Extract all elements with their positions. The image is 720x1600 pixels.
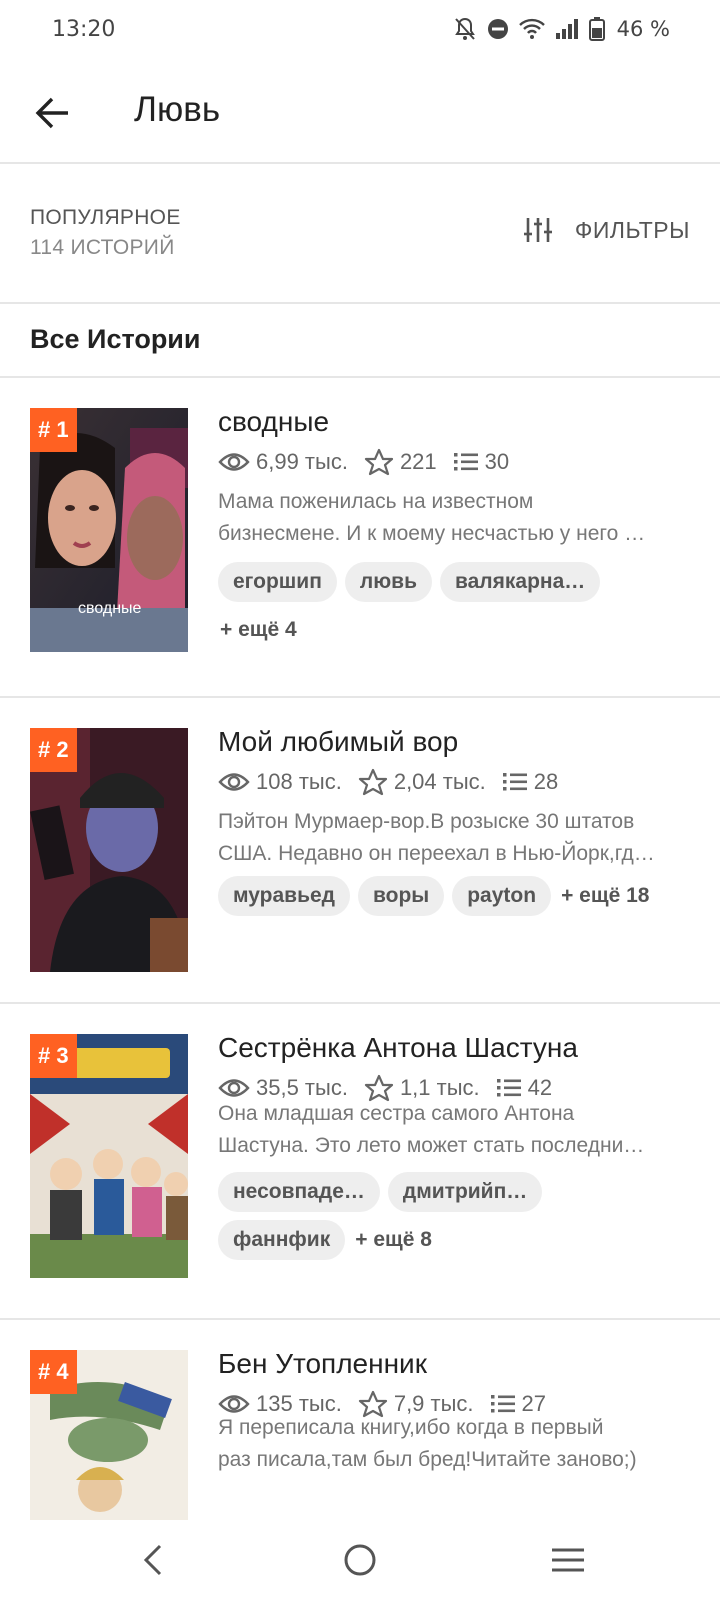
reads-count: 6,99 тыс. <box>256 449 348 474</box>
story-item[interactable]: # 4 Бен Утопленник 135 тыс. 7,9 тыс. 27 … <box>0 1320 720 1520</box>
tag-chip[interactable]: дмитрийп… <box>387 1172 543 1212</box>
story-description: Мама поженилась на известном бизнесмене.… <box>218 490 646 545</box>
story-tags: муравьед воры payton + ещё 18 <box>218 876 698 916</box>
status-icons: 46 % <box>453 16 670 42</box>
star-icon <box>364 448 394 476</box>
sort-bar: ПОПУЛЯРНОЕ 114 ИСТОРИЙ ФИЛЬТРЫ <box>0 164 720 304</box>
page-title: Лювь <box>134 90 221 129</box>
rank-badge: # 2 <box>30 728 77 772</box>
list-icon <box>502 773 527 791</box>
story-title[interactable]: сводные <box>218 406 329 438</box>
eye-icon <box>218 453 250 471</box>
list-icon <box>453 453 478 471</box>
tag-chip[interactable]: муравьед <box>218 876 350 916</box>
rank-badge: # 1 <box>30 408 77 452</box>
parts-count: 30 <box>484 449 510 474</box>
chevron-left-icon <box>143 1544 162 1576</box>
status-bar: 13:20 46 % <box>0 0 720 62</box>
story-cover[interactable]: # 3 <box>30 1034 188 1278</box>
eye-icon <box>218 773 250 791</box>
back-button[interactable] <box>30 90 76 136</box>
tag-chip[interactable]: несовпаде… <box>218 1172 380 1212</box>
story-title[interactable]: Сестрёнка Антона Шастуна <box>218 1032 578 1064</box>
votes-count: 221 <box>399 449 437 474</box>
nav-back-button[interactable] <box>130 1536 178 1584</box>
cover-caption: сводные <box>78 600 142 617</box>
notifications-off-icon <box>453 16 477 42</box>
story-item[interactable]: # 3 Сестрёнка Антона Шастуна 35,5 тыс. 1… <box>0 1004 720 1320</box>
eye-icon <box>218 1079 250 1097</box>
signal-icon <box>555 18 579 40</box>
tag-chip[interactable]: егоршип <box>218 562 337 602</box>
story-stats: 6,99 тыс. 221 30 <box>218 448 525 476</box>
story-tags: егоршип лювь валякарна… + ещё 4 <box>218 562 698 650</box>
list-icon <box>496 1079 521 1097</box>
story-description: Пэйтон Мурмаер-вор.В розыске 30 штатов С… <box>218 810 655 865</box>
sliders-icon <box>523 218 552 242</box>
tag-chip[interactable]: лювь <box>344 562 432 602</box>
story-item[interactable]: # 2 Мой любимый вор 108 тыс. 2,04 тыс. 2… <box>0 698 720 1004</box>
story-description: Я переписала книгу,ибо когда в первый ра… <box>218 1416 637 1471</box>
do-not-disturb-icon <box>487 18 509 40</box>
story-title[interactable]: Мой любимый вор <box>218 726 458 758</box>
rank-badge: # 4 <box>30 1350 77 1394</box>
tag-chip[interactable]: валякарна… <box>440 562 601 602</box>
status-time: 13:20 <box>52 17 116 42</box>
reads-count: 108 тыс. <box>256 769 342 794</box>
tag-chip[interactable]: фаннфик <box>218 1220 346 1260</box>
more-tags-link[interactable]: + ещё 18 <box>559 876 649 916</box>
star-icon <box>358 768 387 796</box>
menu-icon <box>552 1548 584 1572</box>
story-tags: несовпаде… дмитрийп… фаннфик + ещё 8 <box>218 1172 578 1260</box>
filters-label: ФИЛЬТРЫ <box>574 216 690 243</box>
sort-label[interactable]: ПОПУЛЯРНОЕ <box>30 206 181 230</box>
home-circle-icon <box>344 1544 376 1576</box>
section-title: Все Истории <box>30 324 201 354</box>
more-tags-link[interactable]: + ещё 8 <box>353 1220 432 1260</box>
arrow-left-icon <box>35 97 68 129</box>
rank-badge: # 3 <box>30 1034 77 1078</box>
nav-home-button[interactable] <box>336 1536 384 1584</box>
app-bar: Лювь <box>0 62 720 164</box>
story-cover[interactable]: # 2 <box>30 728 188 972</box>
more-tags-link[interactable]: + ещё 4 <box>218 610 698 650</box>
story-cover[interactable]: # 4 <box>30 1350 188 1520</box>
tag-chip[interactable]: payton <box>452 876 552 916</box>
story-title[interactable]: Бен Утопленник <box>218 1348 427 1380</box>
votes-count: 2,04 тыс. <box>393 769 486 794</box>
story-cover[interactable]: сводные # 1 <box>30 408 188 652</box>
story-stats: 108 тыс. 2,04 тыс. 28 <box>218 768 574 796</box>
nav-recents-button[interactable] <box>544 1536 592 1584</box>
battery-icon <box>588 17 605 41</box>
system-nav-bar <box>0 1520 720 1600</box>
tag-chip[interactable]: воры <box>358 876 445 916</box>
parts-count: 28 <box>533 769 559 794</box>
battery-percent: 46 % <box>616 17 670 41</box>
filters-button[interactable]: ФИЛЬТРЫ <box>523 216 690 244</box>
story-description: Она младшая сестра самого Антона Шастуна… <box>218 1102 645 1157</box>
section-header: Все Истории <box>0 304 720 378</box>
story-count: 114 ИСТОРИЙ <box>30 236 175 259</box>
wifi-icon <box>518 18 545 40</box>
story-item[interactable]: сводные # 1 сводные 6,99 тыс. 221 30 Мам… <box>0 378 720 698</box>
